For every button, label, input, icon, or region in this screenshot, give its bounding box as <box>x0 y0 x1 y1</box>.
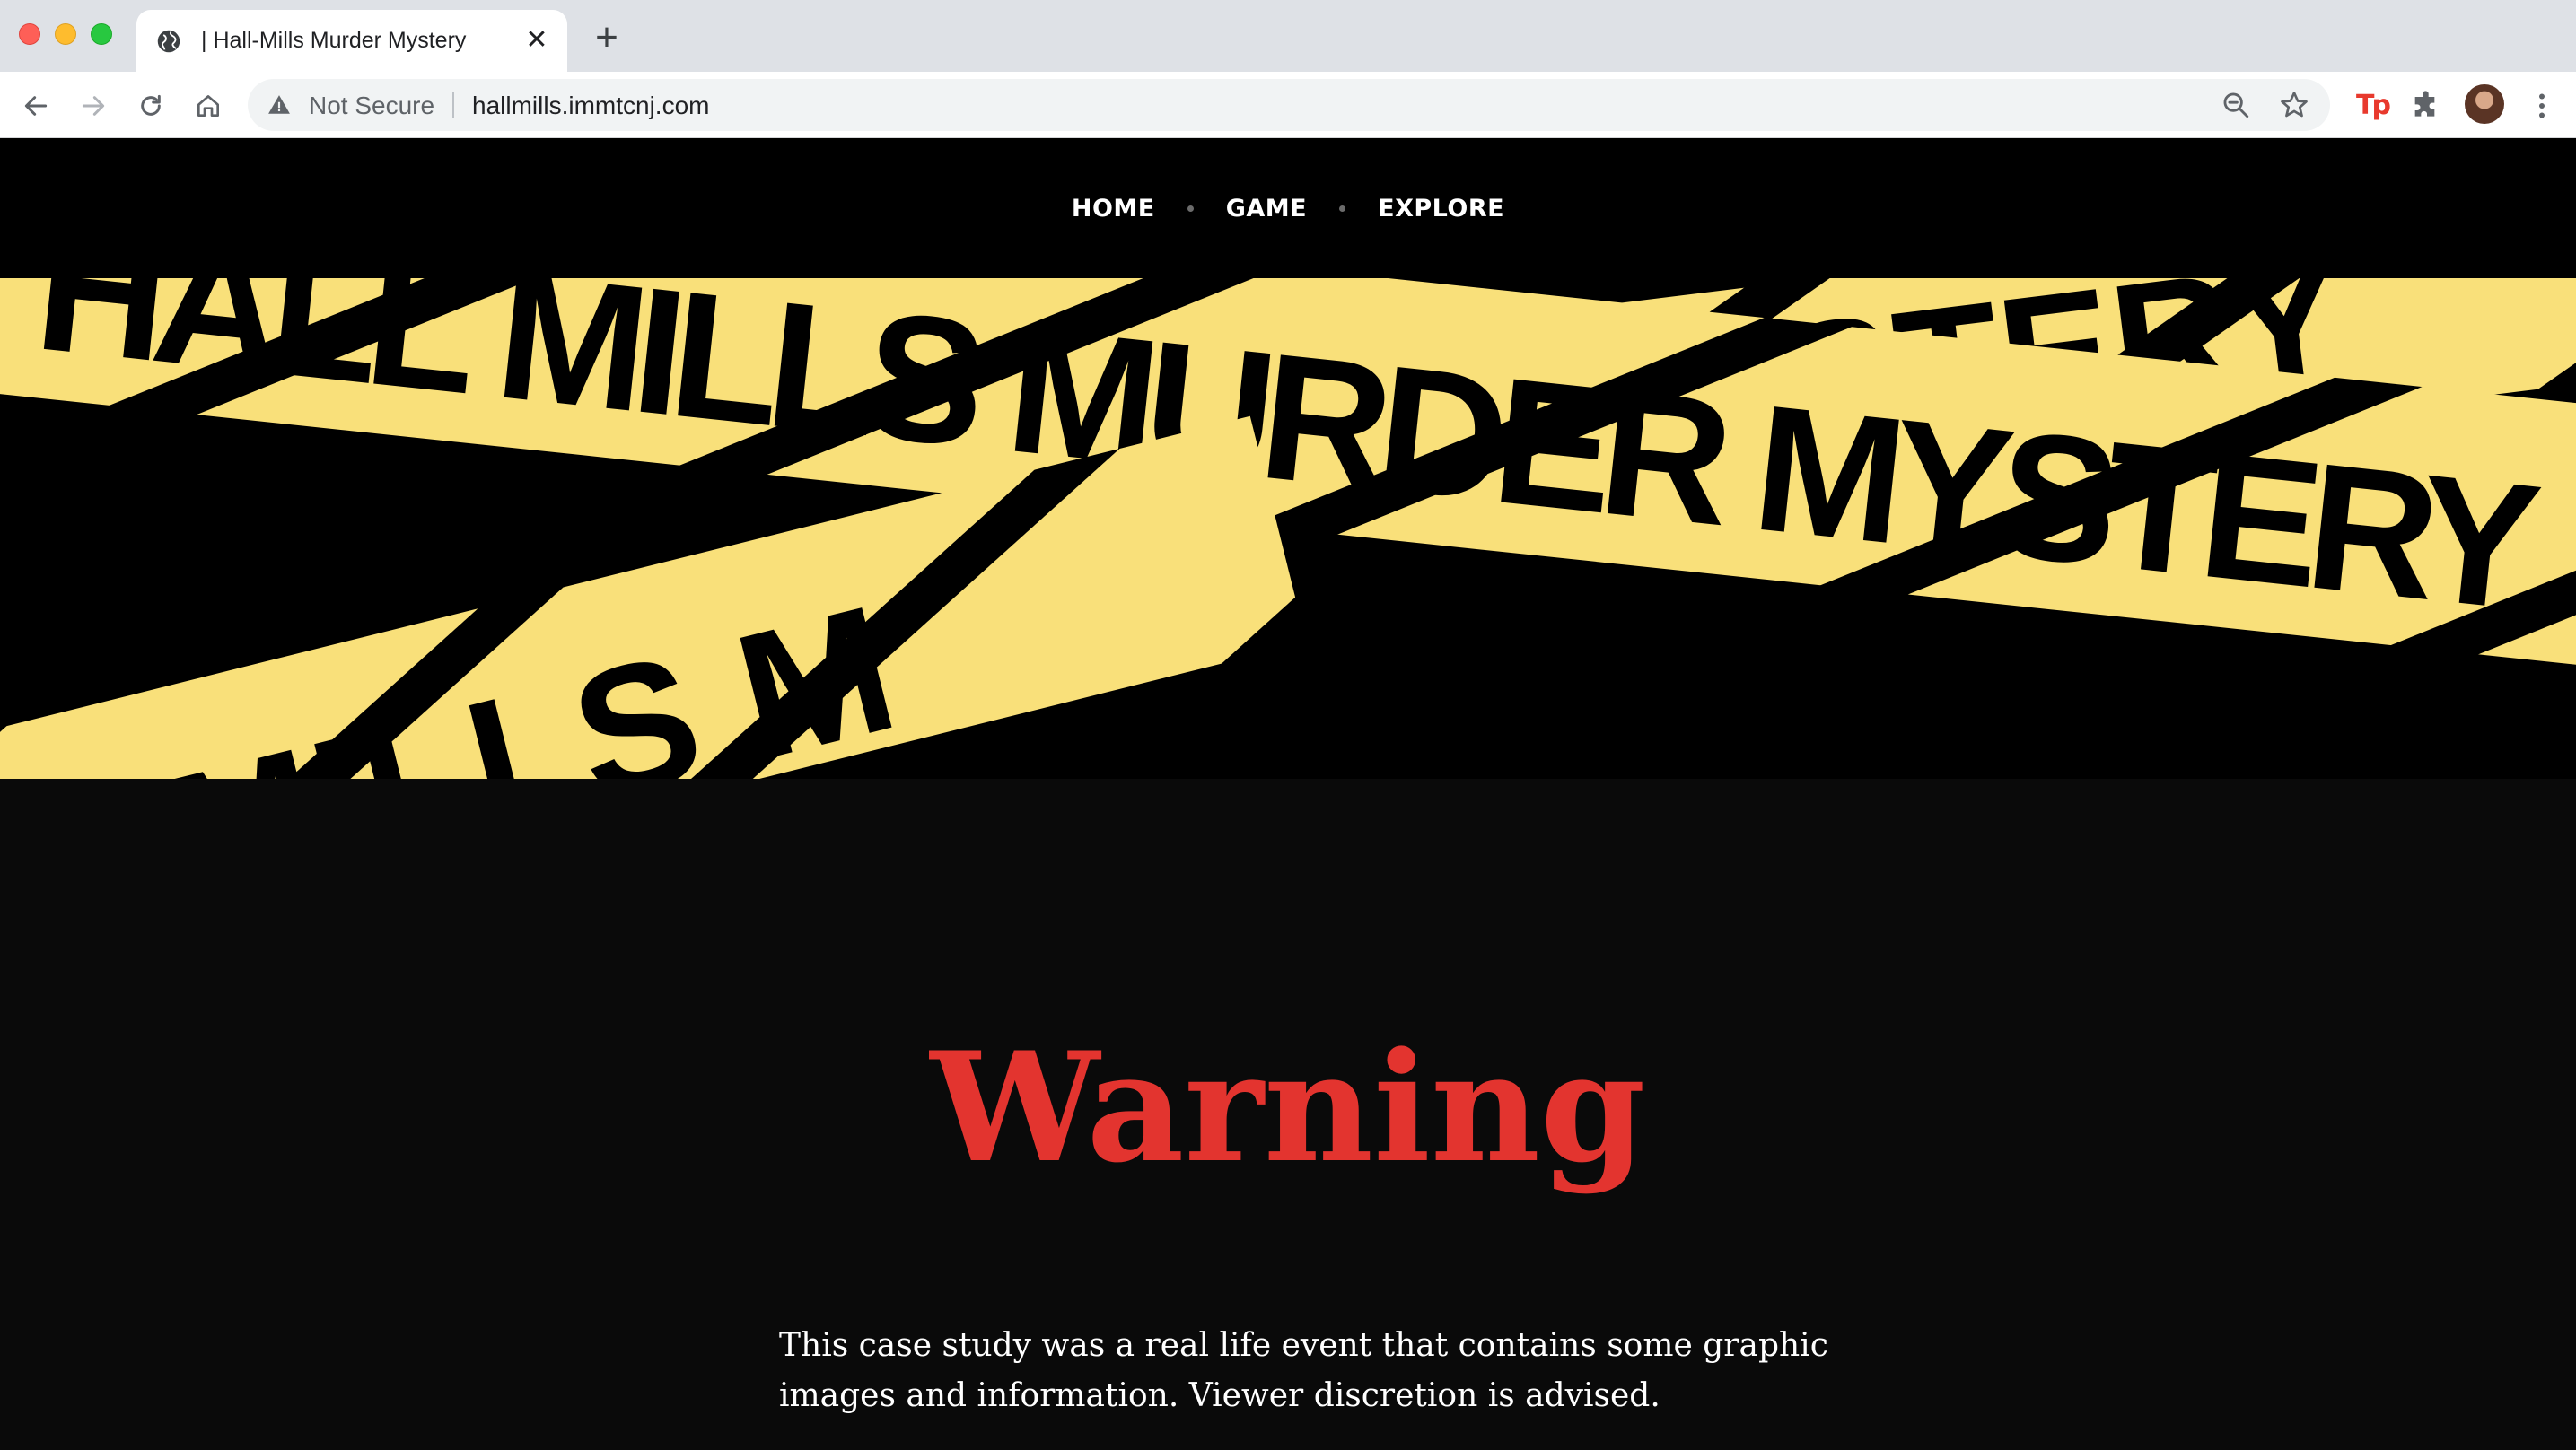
globe-icon <box>157 30 180 53</box>
forward-arrow-icon <box>82 96 105 116</box>
close-window-button[interactable] <box>19 23 40 45</box>
hero-banner: MYSTERY HALL MILLS MURDER MYSTERY MILLS … <box>0 278 2576 779</box>
security-status[interactable]: Not Secure <box>309 92 434 120</box>
nav-separator <box>1187 205 1194 212</box>
zoom-icon[interactable] <box>2221 90 2251 120</box>
url-text[interactable]: hallmills.immtcnj.com <box>472 92 709 120</box>
reload-icon <box>141 94 161 116</box>
site-navigation: HOME GAME EXPLORE <box>0 138 2576 278</box>
address-bar[interactable]: Not Secure hallmills.immtcnj.com <box>248 79 2330 131</box>
reload-button[interactable] <box>131 86 171 126</box>
nav-home[interactable]: HOME <box>1072 195 1155 223</box>
minimize-window-button[interactable] <box>55 23 76 45</box>
maximize-window-button[interactable] <box>91 23 112 45</box>
nav-explore[interactable]: EXPLORE <box>1378 195 1504 223</box>
profile-avatar[interactable] <box>2465 84 2504 124</box>
warning-section: Warning This case study was a real life … <box>0 779 2576 1450</box>
tab-title: | Hall-Mills Murder Mystery <box>201 28 467 53</box>
tp-extension-icon[interactable]: Tp <box>2353 86 2391 124</box>
warning-text: This case study was a real life event th… <box>779 1327 1828 1414</box>
browser-toolbar: Not Secure hallmills.immtcnj.com Tp <box>0 72 2576 138</box>
back-arrow-icon <box>24 96 48 116</box>
extensions-puzzle-icon[interactable] <box>2409 88 2445 124</box>
back-button[interactable] <box>16 86 56 126</box>
close-tab-icon[interactable]: ✕ <box>522 26 551 55</box>
bookmark-star-icon[interactable] <box>2278 89 2310 121</box>
warning-triangle-icon <box>268 95 290 114</box>
nav-game[interactable]: GAME <box>1226 195 1307 223</box>
home-icon <box>197 95 219 117</box>
address-separator <box>452 92 454 118</box>
forward-button[interactable] <box>74 86 113 126</box>
nav-list: HOME GAME EXPLORE <box>0 138 2576 278</box>
browser-tab-bar: | Hall-Mills Murder Mystery ✕ + <box>0 0 2576 72</box>
more-menu-icon[interactable] <box>2526 86 2558 126</box>
home-button[interactable] <box>188 86 228 126</box>
front-tape: MILLS M <box>0 415 1307 779</box>
new-tab-button[interactable]: + <box>589 18 625 57</box>
crime-tape-graphic: MYSTERY HALL MILLS MURDER MYSTERY MILLS … <box>0 278 2576 779</box>
warning-title: Warning <box>930 1018 1646 1196</box>
nav-separator <box>1339 205 1346 212</box>
browser-tab[interactable]: | Hall-Mills Murder Mystery ✕ <box>136 10 567 72</box>
